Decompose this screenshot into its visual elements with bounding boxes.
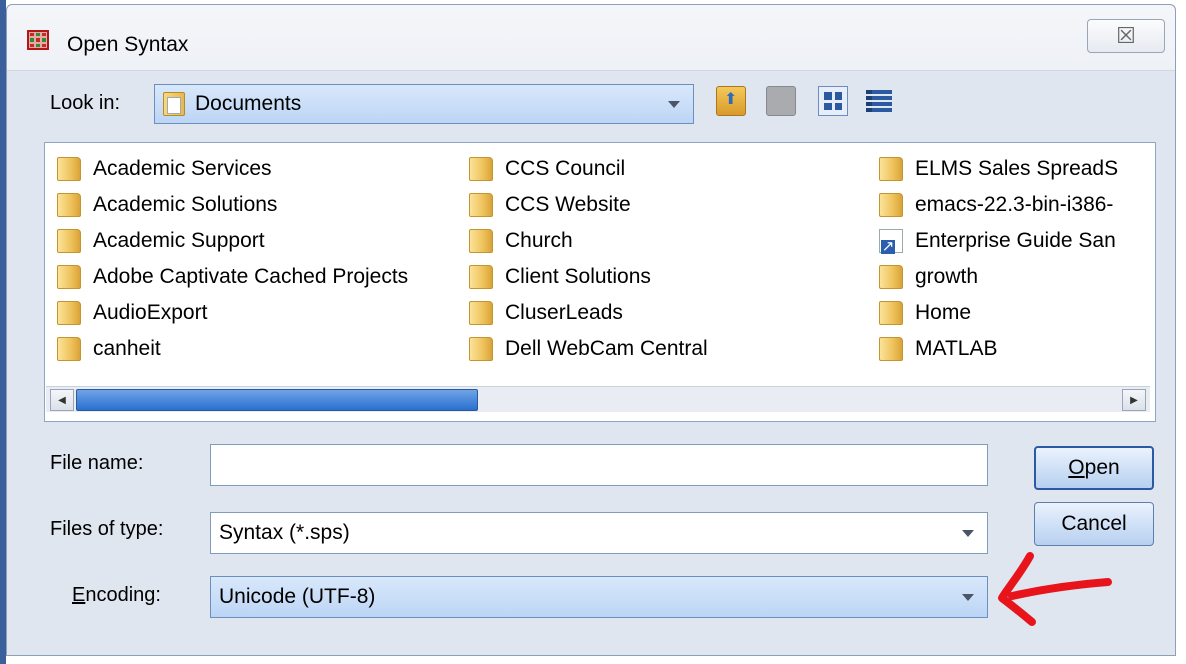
scroll-right-icon[interactable]: ▶ [1122, 389, 1146, 411]
chevron-down-icon[interactable] [952, 580, 984, 614]
list-item[interactable]: AudioExport [57, 295, 408, 331]
window-edge-right [1176, 0, 1186, 664]
folder-icon [57, 157, 81, 181]
list-item[interactable]: growth [879, 259, 1155, 295]
file-list[interactable]: Academic Services Academic Solutions Aca… [44, 142, 1156, 422]
list-item[interactable]: ELMS Sales SpreadS [879, 151, 1155, 187]
list-item[interactable]: Church [469, 223, 708, 259]
list-item[interactable]: Enterprise Guide San [879, 223, 1155, 259]
annotation-arrow-icon [998, 552, 1112, 626]
folder-icon [879, 301, 903, 325]
file-column-3: ELMS Sales SpreadS emacs-22.3-bin-i386- … [879, 151, 1155, 381]
new-folder-icon[interactable] [766, 86, 796, 116]
list-item[interactable]: CCS Website [469, 187, 708, 223]
horizontal-scrollbar[interactable]: ◀ ▶ [46, 386, 1150, 412]
list-item[interactable]: Dell WebCam Central [469, 331, 708, 367]
close-icon: ☒ [1116, 23, 1136, 48]
folder-icon [879, 157, 903, 181]
close-button[interactable]: ☒ [1087, 19, 1165, 53]
list-item[interactable]: Academic Solutions [57, 187, 408, 223]
list-item[interactable]: Academic Support [57, 223, 408, 259]
list-item[interactable]: emacs-22.3-bin-i386- [879, 187, 1155, 223]
file-column-1: Academic Services Academic Solutions Aca… [57, 151, 408, 367]
file-name-input[interactable] [210, 444, 988, 486]
shortcut-icon [879, 229, 903, 254]
list-item[interactable]: Academic Services [57, 151, 408, 187]
folder-icon [57, 229, 81, 253]
folder-icon [469, 301, 493, 325]
files-of-type-value: Syntax (*.sps) [219, 521, 350, 544]
list-item[interactable]: CCS Council [469, 151, 708, 187]
up-folder-icon[interactable] [716, 86, 746, 116]
encoding-dropdown[interactable]: Unicode (UTF-8) [210, 576, 988, 618]
open-button[interactable]: Open [1034, 446, 1154, 490]
encoding-label: Encoding: [72, 584, 161, 606]
list-view-icon[interactable] [818, 86, 848, 116]
look-in-dropdown[interactable]: Documents [154, 84, 694, 124]
folder-icon [469, 337, 493, 361]
folder-icon [879, 337, 903, 361]
title-bar[interactable]: Open Syntax ☒ [7, 5, 1175, 71]
details-view-icon[interactable] [864, 86, 894, 116]
folder-icon [57, 193, 81, 217]
look-in-label: Look in: [50, 92, 121, 114]
list-item[interactable]: MATLAB [879, 331, 1155, 367]
scroll-left-icon[interactable]: ◀ [50, 389, 74, 411]
folder-icon [57, 265, 81, 289]
documents-folder-icon [163, 92, 185, 116]
cancel-button[interactable]: Cancel [1034, 502, 1154, 546]
list-item[interactable]: canheit [57, 331, 408, 367]
chevron-down-icon[interactable] [952, 516, 984, 550]
folder-icon [879, 265, 903, 289]
files-of-type-label: Files of type: [50, 518, 164, 540]
list-item[interactable]: CluserLeads [469, 295, 708, 331]
dialog-title: Open Syntax [67, 33, 189, 56]
encoding-value: Unicode (UTF-8) [219, 585, 376, 608]
folder-icon [469, 229, 493, 253]
files-of-type-dropdown[interactable]: Syntax (*.sps) [210, 512, 988, 554]
look-in-value: Documents [195, 92, 302, 115]
scrollbar-thumb[interactable] [76, 389, 478, 411]
list-item[interactable]: Client Solutions [469, 259, 708, 295]
folder-icon [57, 301, 81, 325]
folder-icon [879, 193, 903, 217]
folder-icon [57, 337, 81, 361]
chevron-down-icon[interactable] [658, 88, 690, 120]
folder-icon [469, 157, 493, 181]
file-column-2: CCS Council CCS Website Church Client So… [469, 151, 708, 367]
spss-app-icon [27, 30, 49, 50]
file-name-label: File name: [50, 452, 144, 474]
list-item[interactable]: Adobe Captivate Cached Projects [57, 259, 408, 295]
folder-icon [469, 193, 493, 217]
folder-icon [469, 265, 493, 289]
list-item[interactable]: Home [879, 295, 1155, 331]
